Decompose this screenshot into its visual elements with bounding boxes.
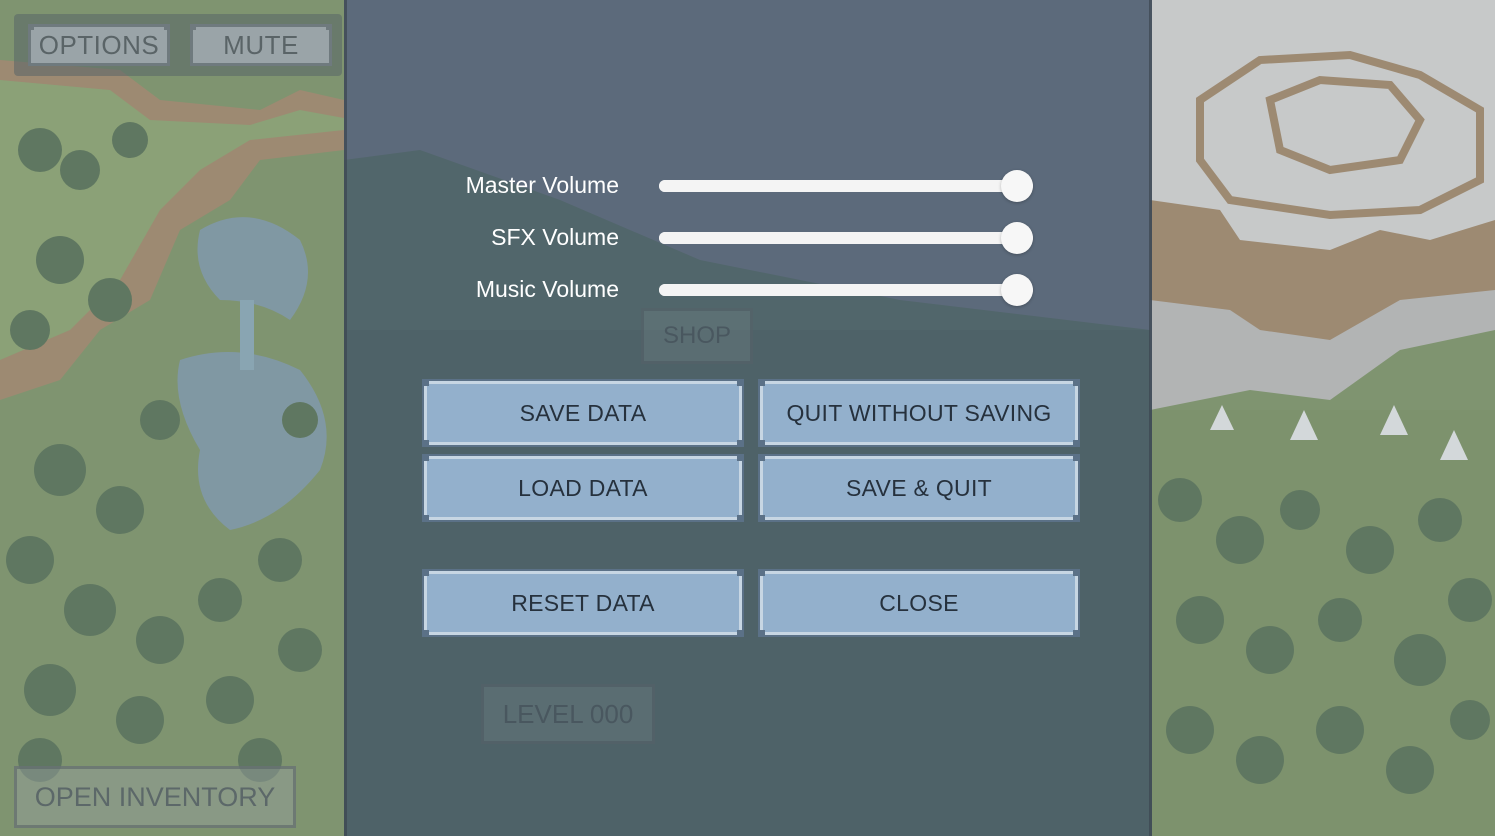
- master-volume-slider[interactable]: [659, 170, 1033, 202]
- quit-without-saving-button[interactable]: QUIT WITHOUT SAVING: [758, 379, 1080, 447]
- master-volume-thumb[interactable]: [1001, 170, 1033, 202]
- level-label: LEVEL 000: [481, 684, 655, 744]
- music-volume-thumb[interactable]: [1001, 274, 1033, 306]
- save-data-label: SAVE DATA: [519, 400, 647, 426]
- save-data-button[interactable]: SAVE DATA: [422, 379, 744, 447]
- sfx-volume-row: SFX Volume: [347, 218, 1155, 258]
- music-volume-slider[interactable]: [659, 274, 1033, 306]
- load-data-button[interactable]: LOAD DATA: [422, 454, 744, 522]
- options-menu-panel: SHOP LEVEL 000 Master Volume SFX Volume …: [344, 0, 1152, 836]
- close-button[interactable]: CLOSE: [758, 569, 1080, 637]
- shop-sign: SHOP: [641, 308, 753, 364]
- options-button[interactable]: OPTIONS: [28, 24, 170, 66]
- sfx-volume-thumb[interactable]: [1001, 222, 1033, 254]
- save-and-quit-button[interactable]: SAVE & QUIT: [758, 454, 1080, 522]
- close-label: CLOSE: [879, 590, 959, 616]
- save-and-quit-label: SAVE & QUIT: [845, 475, 993, 501]
- load-data-label: LOAD DATA: [518, 475, 648, 501]
- music-volume-label: Music Volume: [475, 276, 619, 302]
- sfx-volume-slider[interactable]: [659, 222, 1033, 254]
- reset-data-button[interactable]: RESET DATA: [422, 569, 744, 637]
- mute-button[interactable]: MUTE: [190, 24, 332, 66]
- reset-data-label: RESET DATA: [511, 590, 655, 616]
- open-inventory-button[interactable]: OPEN INVENTORY: [14, 766, 296, 828]
- quit-without-saving-label: QUIT WITHOUT SAVING: [786, 400, 1052, 426]
- master-volume-label: Master Volume: [465, 172, 619, 198]
- master-volume-row: Master Volume: [347, 166, 1155, 206]
- music-volume-row: Music Volume: [347, 270, 1155, 310]
- sfx-volume-label: SFX Volume: [491, 224, 619, 250]
